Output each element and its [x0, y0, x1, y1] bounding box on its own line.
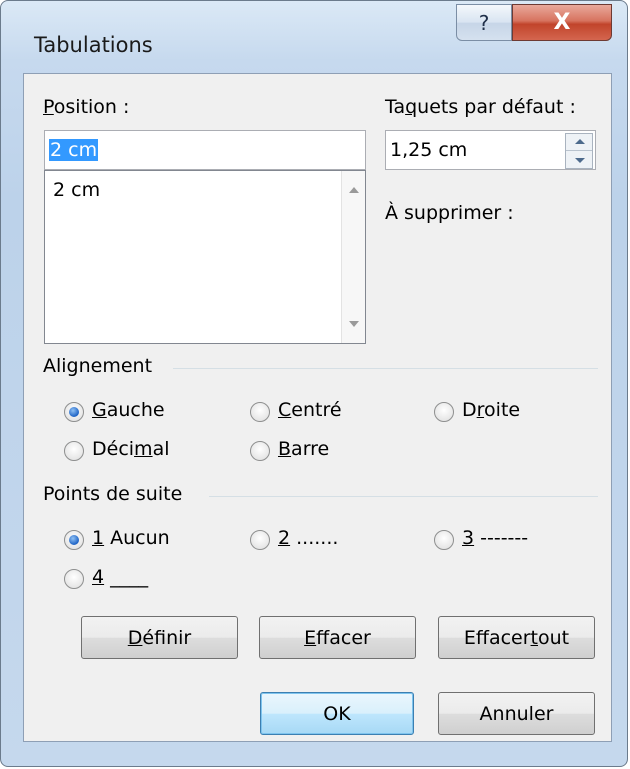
close-icon: X — [553, 10, 571, 35]
position-input-value: 2 cm — [49, 139, 99, 161]
position-input[interactable]: 2 cm — [44, 130, 366, 170]
radio-align-right[interactable] — [434, 402, 454, 422]
tabs-dialog: Tabulations ? X Position : 2 cm 2 cm Taq… — [0, 0, 628, 767]
list-scrollbar[interactable] — [341, 171, 365, 343]
radio-leader-dashes[interactable] — [434, 530, 454, 550]
radio-align-center[interactable] — [250, 402, 270, 422]
close-button[interactable]: X — [512, 4, 612, 41]
position-label: Position : — [43, 96, 130, 118]
radio-align-decimal-label[interactable]: Décimal — [92, 438, 169, 460]
radio-leader-dashes-label[interactable]: 3 ------- — [462, 527, 528, 549]
default-tabs-value: 1,25 cm — [390, 139, 468, 161]
help-button[interactable]: ? — [456, 4, 512, 41]
scroll-up-icon[interactable] — [349, 187, 359, 193]
radio-leader-underline[interactable] — [64, 569, 84, 589]
radio-align-decimal[interactable] — [64, 441, 84, 461]
set-button[interactable]: Définir — [81, 616, 238, 659]
radio-leader-underline-label[interactable]: 4 ____ — [92, 566, 148, 588]
to-clear-label: À supprimer : — [385, 202, 514, 224]
radio-align-center-label[interactable]: Centré — [278, 399, 342, 421]
list-item[interactable]: 2 cm — [53, 179, 100, 201]
alignment-divider — [173, 368, 598, 369]
position-list[interactable]: 2 cm — [44, 170, 366, 344]
default-tabs-spinner[interactable] — [565, 133, 593, 169]
leader-divider — [209, 496, 598, 497]
radio-leader-dots[interactable] — [250, 530, 270, 550]
spin-down-icon[interactable] — [566, 151, 592, 168]
radio-align-bar-label[interactable]: Barre — [278, 438, 329, 460]
cancel-button[interactable]: Annuler — [438, 692, 595, 735]
radio-align-left-label[interactable]: Gauche — [92, 399, 165, 421]
spin-up-icon[interactable] — [566, 134, 592, 151]
radio-align-left[interactable] — [64, 402, 84, 422]
dialog-body: Position : 2 cm 2 cm Taquets par défaut … — [23, 73, 612, 742]
radio-leader-dots-label[interactable]: 2 ....... — [278, 527, 338, 549]
radio-leader-none-label[interactable]: 1 Aucun — [92, 527, 170, 549]
dialog-title: Tabulations — [34, 33, 153, 57]
leader-group-label: Points de suite — [43, 483, 183, 505]
clear-all-button[interactable]: Effacer t out — [438, 616, 595, 659]
clear-button[interactable]: Effacer — [259, 616, 416, 659]
radio-align-bar[interactable] — [250, 441, 270, 461]
alignment-group-label: Alignement — [43, 355, 153, 377]
ok-button[interactable]: OK — [260, 692, 414, 735]
default-tabs-input[interactable]: 1,25 cm — [385, 130, 596, 170]
radio-align-right-label[interactable]: Droite — [462, 399, 520, 421]
scroll-down-icon[interactable] — [349, 321, 359, 327]
help-icon: ? — [478, 10, 490, 35]
default-tabs-label: Taquets par défaut : — [385, 96, 576, 118]
radio-leader-none[interactable] — [64, 530, 84, 550]
